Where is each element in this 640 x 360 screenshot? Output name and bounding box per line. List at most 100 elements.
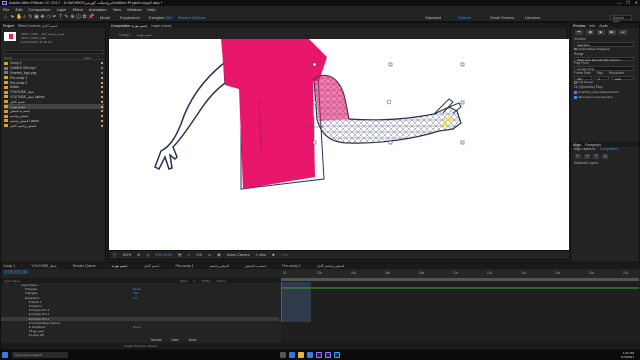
tab-effect-controls[interactable]: Effect Controls جسم كامل <box>18 24 58 28</box>
taskbar-search-input[interactable]: Type here to search <box>12 352 68 358</box>
tab-paragraph[interactable]: Paragraph <box>585 143 601 147</box>
zoom-dropdown[interactable]: 100% <box>122 253 131 257</box>
column-trkmat[interactable]: TrkMat <box>201 279 210 283</box>
timeline-tracks[interactable]: 0f 02s 04s 06s 08s 10s 12s 14s 16s 18s 20s <box>281 269 640 345</box>
label-color-swatch[interactable] <box>101 71 103 74</box>
menu-composition[interactable]: Composition <box>28 6 50 13</box>
tab-align[interactable]: Align <box>573 143 581 147</box>
timeline-tab[interactable]: جسم يد قميص <box>245 264 266 268</box>
system-clock[interactable]: 1:31 PM 1/15/2017 <box>621 351 634 359</box>
timeline-tab[interactable]: جسم كامل <box>144 264 160 268</box>
search-help-input[interactable]: Search Help <box>610 15 632 24</box>
exposure-icon[interactable]: ✱ <box>272 253 275 257</box>
timeline-tab[interactable]: Pre-comp 2 <box>282 264 300 268</box>
move-time-checkbox[interactable]: Move time to preview time <box>571 95 639 100</box>
menu-animation[interactable]: Animation <box>89 6 107 13</box>
column-parent[interactable]: Parent <box>217 279 226 283</box>
column-type[interactable]: Type <box>84 56 91 60</box>
label-color-swatch[interactable] <box>101 86 103 89</box>
layer-mode-dropdown[interactable]: Normal <box>151 338 161 342</box>
hand-tool-icon[interactable]: ✋ <box>16 15 22 20</box>
rotate-tool-icon[interactable]: ↻ <box>28 15 33 20</box>
tab-audio[interactable]: Audio <box>599 24 608 28</box>
timeline-tab[interactable]: جسم مع يد <box>112 264 128 268</box>
label-color-swatch[interactable] <box>101 67 103 70</box>
clone-tool-icon[interactable]: ⊕ <box>70 15 75 20</box>
rectangle-tool-icon[interactable]: ▭ <box>46 15 51 20</box>
first-frame-icon[interactable]: ⏮ <box>575 30 583 35</box>
column-layer-name[interactable]: Layer Name <box>4 279 44 283</box>
timeline-layer-row[interactable]: ▸ Layer 28 <box>1 333 279 337</box>
align-hcenter-icon[interactable]: ⊣ <box>584 154 590 159</box>
menu-view[interactable]: View <box>113 6 122 13</box>
timeline-tab[interactable]: Render Queue <box>73 264 96 268</box>
label-color-swatch[interactable] <box>101 95 103 98</box>
layer-parent-dropdown[interactable]: None <box>189 338 197 342</box>
menu-help[interactable]: Help <box>147 6 155 13</box>
exposure-value[interactable]: +0.0 <box>281 253 288 257</box>
tab-layer[interactable]: Layer (none) <box>152 24 172 28</box>
menu-edit[interactable]: Edit <box>15 6 22 13</box>
next-frame-icon[interactable]: ▶| <box>608 30 616 35</box>
time-ruler[interactable]: 0f 02s 04s 06s 08s 10s 12s 14s 16s 18s 20s <box>281 269 639 278</box>
menu-effect[interactable]: Effect <box>73 6 83 13</box>
edge-browser-icon[interactable] <box>289 352 295 358</box>
label-color-swatch[interactable] <box>101 115 103 118</box>
current-time-display[interactable]: 0;00;00;00 <box>4 270 28 276</box>
tab-preview[interactable]: Preview <box>573 24 585 28</box>
workspace-default[interactable]: Default <box>458 15 471 20</box>
type-tool-icon[interactable]: T <box>58 15 63 20</box>
timeline-tab[interactable]: Comp 1 <box>3 264 15 268</box>
photoshop-icon[interactable] <box>334 352 340 358</box>
timeline-tab[interactable]: قميص وجسم كامل <box>316 264 344 268</box>
tab-project[interactable]: Project <box>3 24 14 28</box>
viewer-timecode[interactable]: 0;00;00;00 <box>155 253 172 257</box>
workspace-libraries[interactable]: Libraries <box>525 15 540 20</box>
align-top-icon[interactable]: ⊥ <box>602 154 608 159</box>
project-item[interactable]: قميص وجسم كامل <box>4 123 104 128</box>
home-icon[interactable]: ⌂ <box>3 15 8 20</box>
pan-behind-tool-icon[interactable]: ✥ <box>40 15 45 20</box>
label-color-swatch[interactable] <box>101 105 103 108</box>
label-color-swatch[interactable] <box>101 62 103 65</box>
label-color-swatch[interactable] <box>101 124 103 127</box>
align-right-icon[interactable]: ⊤ <box>593 154 599 159</box>
resolution-dropdown[interactable]: Full <box>196 253 202 257</box>
triangles-value[interactable]: 350 <box>165 15 172 20</box>
align-left-icon[interactable]: ⊢ <box>575 154 581 159</box>
camera-view-dropdown[interactable]: Active Camera <box>227 253 250 257</box>
selection-tool-icon[interactable]: ➤ <box>10 15 15 20</box>
puppet-pin-tool-icon[interactable]: 📌 <box>88 15 94 20</box>
workspace-small-screen[interactable]: Small Screen <box>490 15 514 20</box>
file-explorer-icon[interactable] <box>298 352 304 358</box>
menu-layer[interactable]: Layer <box>57 6 67 13</box>
label-color-swatch[interactable] <box>101 119 103 122</box>
work-area-bar[interactable] <box>281 278 639 281</box>
label-color-swatch[interactable] <box>101 100 103 103</box>
timeline-tab[interactable]: YOUTUBE شعار <box>31 264 56 268</box>
puppet-pin-1[interactable] <box>447 117 451 121</box>
column-name[interactable]: Name <box>4 56 84 60</box>
tab-info[interactable]: Info <box>589 24 595 28</box>
views-layout-dropdown[interactable]: 1 View <box>256 253 266 257</box>
workspace-standard[interactable]: Standard <box>425 15 441 20</box>
color-channel-icon[interactable]: ◐ <box>188 253 190 257</box>
toggle-switches-label[interactable]: Toggle Switches / Modes <box>124 344 157 348</box>
timeline-tab[interactable]: Pre-comp 1 <box>176 264 194 268</box>
menu-window[interactable]: Window <box>127 6 141 13</box>
column-t[interactable]: T <box>194 279 196 283</box>
transparency-grid-icon[interactable]: ▦ <box>217 253 220 257</box>
brush-tool-icon[interactable]: ✎ <box>64 15 69 20</box>
column-mode[interactable]: Mode <box>180 279 188 283</box>
composition-canvas[interactable] <box>109 39 569 250</box>
windows-start-icon[interactable] <box>2 352 8 358</box>
record-options-button[interactable]: Record Options <box>178 15 206 20</box>
task-view-icon[interactable] <box>280 352 286 358</box>
after-effects-taskbar-icon[interactable] <box>316 352 322 358</box>
region-of-interest-icon[interactable]: ▭ <box>208 253 211 257</box>
label-color-swatch[interactable] <box>101 110 103 113</box>
snapshot-icon[interactable]: 📷 <box>178 253 182 257</box>
always-preview-icon[interactable]: ▢ <box>113 253 116 257</box>
label-color-swatch[interactable] <box>101 81 103 84</box>
last-frame-icon[interactable]: ⏭ <box>619 30 627 35</box>
